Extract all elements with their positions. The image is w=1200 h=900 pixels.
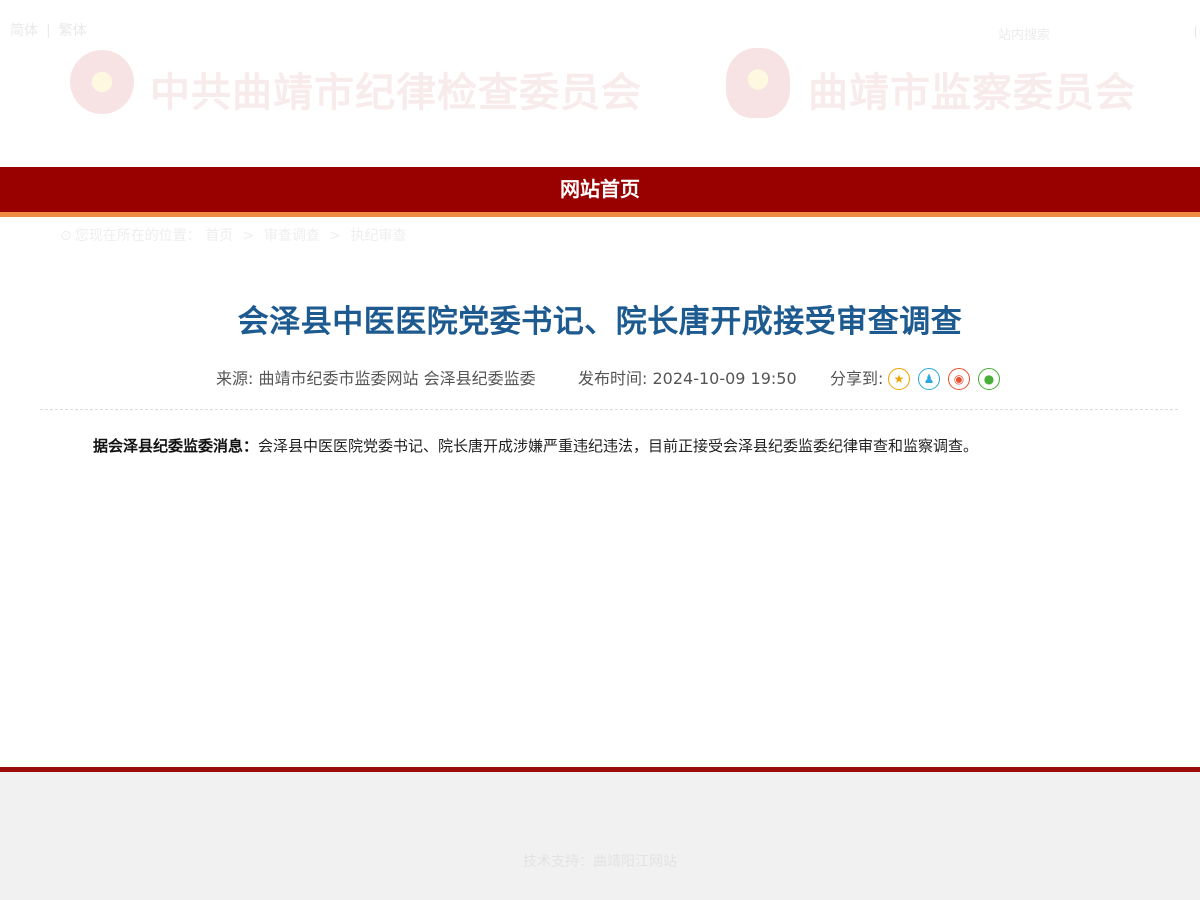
breadcrumb-item-home[interactable]: 首页 (205, 228, 233, 244)
breadcrumb-item-investigation[interactable]: 审查调查 (264, 228, 320, 244)
simplified-chinese-link[interactable]: 简体 (10, 23, 38, 39)
article-body: 据会泽县纪委监委消息：会泽县中医医院党委书记、院长唐开成涉嫌严重违纪违法，目前正… (93, 435, 1123, 457)
lang-separator: | (46, 23, 51, 39)
breadcrumb-item-discipline-review[interactable]: 执纪审查 (350, 228, 406, 244)
favorite-icon[interactable]: ★ (888, 368, 910, 390)
national-emblem-icon (726, 48, 790, 118)
article-title: 会泽县中医医院党委书记、院长唐开成接受审查调查 (237, 304, 963, 340)
meta-divider (40, 409, 1178, 410)
org-name-supervision-commission: 曲靖市监察委员会 (808, 69, 1136, 116)
party-emblem-icon (70, 50, 134, 114)
traditional-chinese-link[interactable]: 繁体 (59, 23, 87, 39)
site-footer: 技术支持：曲靖阳江网站 (0, 772, 1200, 900)
article-publish-time: 发布时间: 2024-10-09 19:50 (578, 369, 797, 388)
wechat-icon[interactable]: ● (978, 368, 1000, 390)
weibo-icon[interactable]: ◉ (948, 368, 970, 390)
language-switch: 简体 | 繁体 (10, 21, 87, 41)
org-name-discipline-commission: 中共曲靖市纪律检查委员会 (150, 69, 642, 116)
main-nav: 网站首页 (0, 167, 1200, 212)
breadcrumb: ⊙ 您现在所在的位置： 首页 > 审查调查 > 执纪审查 (60, 225, 406, 245)
nav-accent-line (0, 212, 1200, 217)
search-box[interactable]: 站内搜索 (998, 24, 1050, 43)
breadcrumb-arrow: > (329, 228, 342, 244)
article-lead: 据会泽县纪委监委消息： (93, 437, 259, 455)
header-edge-divider (1195, 26, 1196, 38)
breadcrumb-prefix: 您现在所在的位置： (74, 228, 201, 244)
nav-home-link[interactable]: 网站首页 (560, 167, 640, 212)
location-pin-icon: ⊙ (60, 228, 72, 244)
article-body-text: 会泽县中医医院党委书记、院长唐开成涉嫌严重违纪违法，目前正接受会泽县纪委监委纪律… (258, 437, 979, 455)
site-header: 简体 | 繁体 站内搜索 中共曲靖市纪律检查委员会 曲靖市监察委员会 (0, 0, 1200, 167)
footer-tech-support: 技术支持：曲靖阳江网站 (523, 854, 677, 870)
breadcrumb-arrow: > (242, 228, 255, 244)
share-label: 分享到: (830, 369, 884, 388)
qq-icon[interactable]: ♟ (918, 368, 940, 390)
article-source: 来源: 曲靖市纪委市监委网站 会泽县纪委监委 (216, 369, 536, 388)
